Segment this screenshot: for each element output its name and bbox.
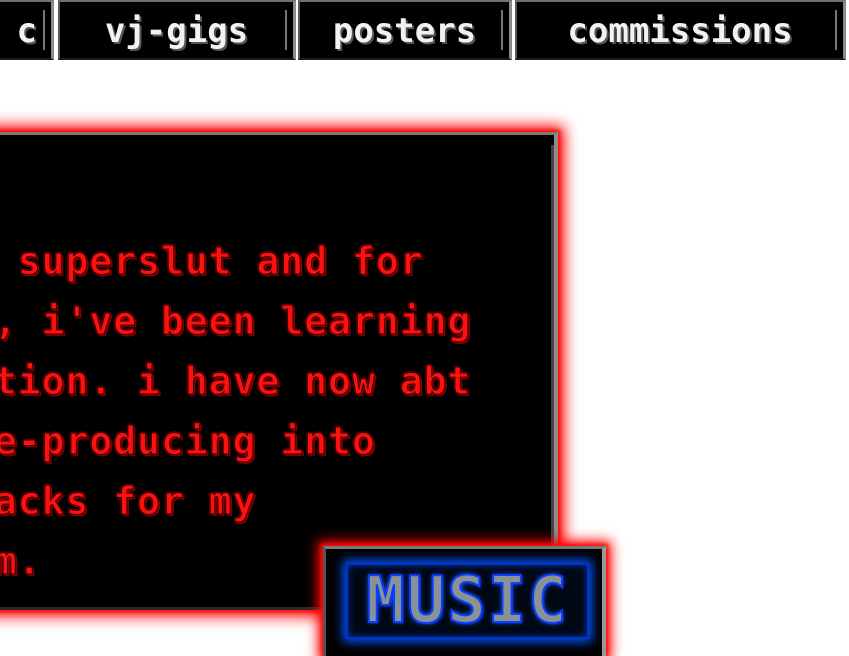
bio-text: a superslut and for s, i've been learnin… bbox=[0, 231, 610, 591]
top-navigation: c vj-gigs posters commissions bbox=[0, 0, 849, 62]
bio-text-line: re-producing into bbox=[0, 419, 376, 464]
music-button-label: MUSIC bbox=[365, 564, 569, 638]
nav-tab-partial[interactable]: c bbox=[0, 0, 54, 60]
bio-text-line: ction. i have now abt bbox=[0, 359, 472, 404]
nav-tab-commissions[interactable]: commissions bbox=[515, 0, 846, 60]
bio-text-line: racks for my bbox=[0, 479, 257, 524]
bio-text-line: s, i've been learning bbox=[0, 299, 472, 344]
bio-text-panel: a superslut and for s, i've been learnin… bbox=[0, 132, 558, 610]
bio-text-line: a superslut and for bbox=[0, 239, 424, 284]
nav-tab-posters[interactable]: posters bbox=[298, 0, 512, 60]
nav-tab-vj-gigs[interactable]: vj-gigs bbox=[58, 0, 296, 60]
music-button[interactable]: MUSIC bbox=[323, 546, 606, 656]
music-button-face: MUSIC bbox=[346, 563, 589, 639]
